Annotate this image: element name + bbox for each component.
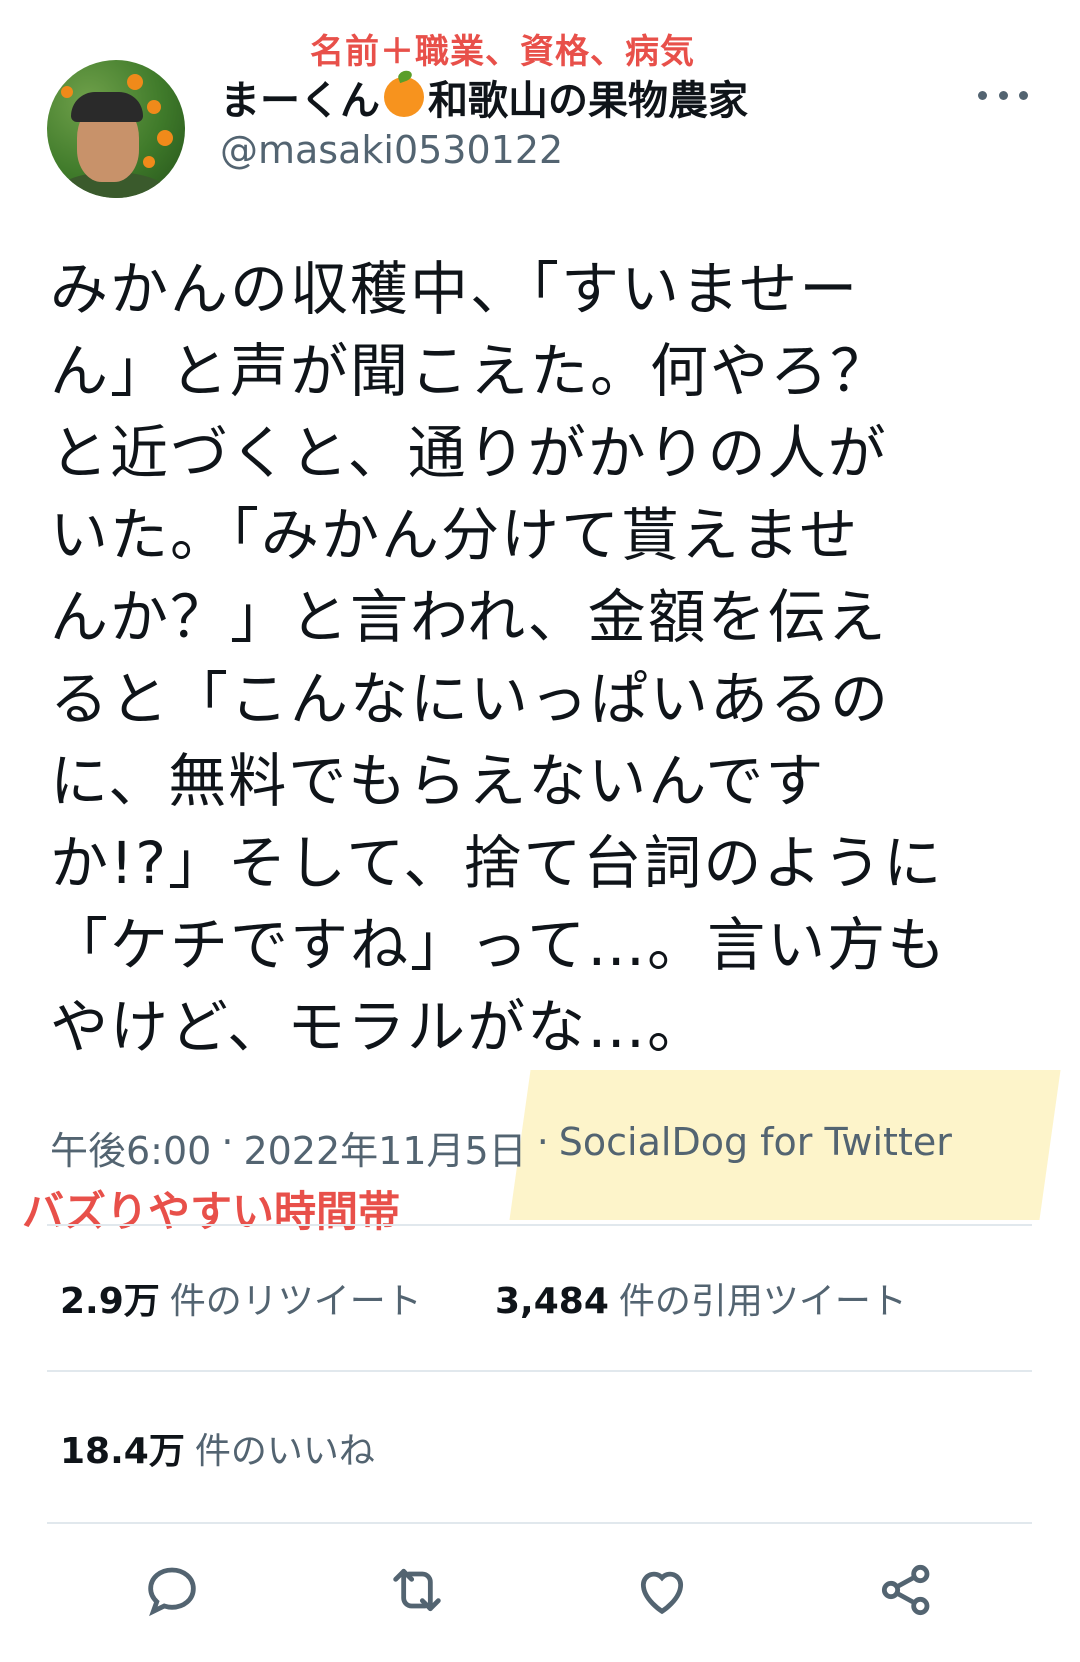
annotation-time-slot: バズりやすい時間帯 xyxy=(22,1187,401,1236)
reply-icon[interactable] xyxy=(140,1558,204,1622)
meta-separator: · xyxy=(221,1120,234,1164)
display-name-part: まーくん xyxy=(220,78,380,124)
orange-fruit-shape xyxy=(127,74,143,90)
avatar-cap xyxy=(71,92,143,122)
likes-label: 件のいいね xyxy=(194,1431,375,1472)
quotes-stat[interactable]: 3,484 件の引用ツイート xyxy=(495,1272,907,1324)
orange-fruit-shape xyxy=(147,100,161,114)
display-name[interactable]: まーくん 和歌山の果物農家 xyxy=(220,68,748,126)
display-name-part: 和歌山の果物農家 xyxy=(428,78,748,124)
orange-fruit-shape xyxy=(143,156,155,168)
orange-fruit-shape xyxy=(61,86,73,98)
divider xyxy=(47,1370,1032,1372)
heart-icon[interactable] xyxy=(630,1558,694,1622)
tweet-date[interactable]: 2022年11月5日 xyxy=(243,1120,526,1175)
action-bar xyxy=(0,1558,1080,1628)
annotation-name-profession: 名前＋職業、資格、病気 xyxy=(310,32,695,72)
tweet-source[interactable]: SocialDog for Twitter xyxy=(559,1120,952,1175)
divider xyxy=(47,1224,1032,1226)
tweet-meta: 午後6:00 · 2022年11月5日 · SocialDog for Twit… xyxy=(50,1120,952,1175)
user-handle[interactable]: @masaki0530122 xyxy=(220,128,563,172)
orange-fruit-shape xyxy=(157,130,173,146)
share-icon[interactable] xyxy=(875,1558,939,1622)
retweet-icon[interactable] xyxy=(385,1558,449,1622)
orange-emoji-icon xyxy=(384,77,424,117)
avatar[interactable] xyxy=(47,60,185,198)
quotes-count: 3,484 xyxy=(495,1281,609,1322)
likes-stat[interactable]: 18.4万 件のいいね xyxy=(60,1422,375,1474)
more-options-icon[interactable] xyxy=(978,80,1028,110)
meta-separator: · xyxy=(536,1120,549,1164)
divider xyxy=(47,1522,1032,1524)
retweets-label: 件のリツイート xyxy=(169,1281,422,1322)
retweets-count: 2.9万 xyxy=(60,1281,160,1322)
quotes-label: 件の引用ツイート xyxy=(618,1281,907,1322)
likes-count: 18.4万 xyxy=(60,1431,185,1472)
retweets-stat[interactable]: 2.9万 件のリツイート xyxy=(60,1272,422,1324)
tweet-time[interactable]: 午後6:00 xyxy=(50,1120,211,1175)
tweet-text: みかんの収穫中、「すいませー ん」と声が聞こえた。何やろ？ と近づくと、通りがか… xyxy=(50,255,948,1061)
